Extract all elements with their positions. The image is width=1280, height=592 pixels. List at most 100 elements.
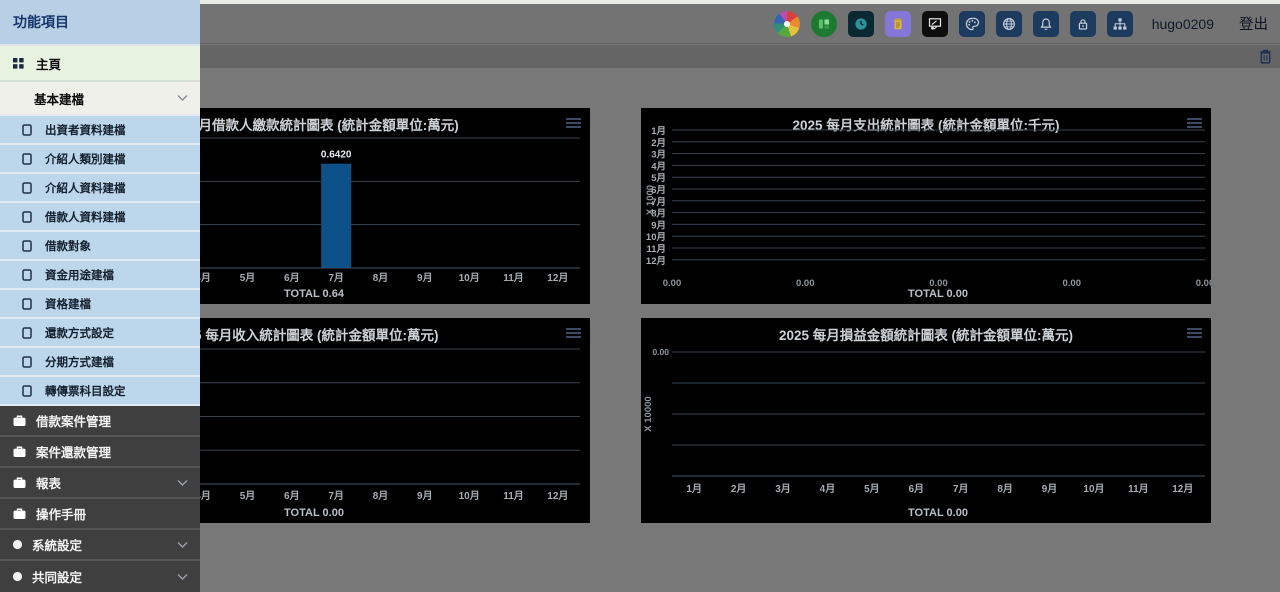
svg-text:3月: 3月: [775, 483, 791, 495]
clock-icon[interactable]: [848, 11, 874, 37]
sidebar-title: 功能項目: [0, 0, 200, 46]
trash-icon[interactable]: [1258, 48, 1273, 65]
square-outline-icon: [22, 269, 32, 281]
sidebar-sub-item[interactable]: 資格建檔: [0, 290, 200, 319]
sidebar-item-label: 案件還款管理: [36, 442, 111, 461]
sidebar-item-label: 轉傳票科目設定: [45, 383, 126, 399]
square-outline-icon: [22, 211, 32, 223]
sidebar-sub-item[interactable]: 出資者資料建檔: [0, 116, 200, 145]
sidebar-item-label: 介紹人資料建檔: [45, 180, 126, 196]
sidebar-item-label: 報表: [36, 473, 61, 492]
sidebar-item-label: 分期方式建檔: [45, 354, 114, 370]
svg-text:12月: 12月: [1172, 483, 1193, 495]
sidebar-basic-items: 出資者資料建檔介紹人類別建檔介紹人資料建檔借款人資料建檔借款對象資金用途建檔資格…: [0, 116, 200, 406]
grid-icon: [13, 58, 24, 69]
sidebar-item-label: 介紹人類別建檔: [45, 151, 126, 167]
svg-text:X 1000: X 1000: [645, 185, 656, 215]
svg-text:10月: 10月: [1083, 483, 1104, 495]
svg-text:12月: 12月: [547, 490, 568, 502]
sidebar-dark-item[interactable]: 報表: [0, 468, 200, 499]
svg-text:2月: 2月: [731, 483, 747, 495]
palette-icon[interactable]: [959, 11, 985, 37]
sidebar-group-label: 基本建檔: [34, 89, 84, 108]
sidebar-sub-item[interactable]: 轉傳票科目設定: [0, 377, 200, 406]
sidebar-sub-item[interactable]: 還款方式設定: [0, 319, 200, 348]
sidebar-group-basic[interactable]: 基本建檔: [0, 82, 200, 116]
svg-text:0.00: 0.00: [1196, 278, 1211, 289]
globe-icon[interactable]: [996, 11, 1022, 37]
svg-text:6月: 6月: [284, 272, 300, 284]
svg-text:9月: 9月: [1042, 483, 1058, 495]
gear-icon: [12, 571, 23, 582]
green-ledger-icon[interactable]: [811, 11, 837, 37]
sidebar-item-label: 還款方式設定: [45, 325, 114, 341]
square-outline-icon: [22, 356, 32, 368]
chevron-down-icon: [177, 479, 188, 486]
briefcase-icon: [12, 476, 27, 489]
svg-text:0.6420: 0.6420: [321, 150, 352, 161]
sitemap-icon[interactable]: [1107, 11, 1133, 37]
chevron-down-icon: [177, 573, 188, 580]
logout-button[interactable]: 登出: [1239, 13, 1268, 34]
svg-text:5月: 5月: [864, 483, 880, 495]
sidebar: 功能項目 主頁 基本建檔 出資者資料建檔介紹人類別建檔介紹人資料建檔借款人資料建…: [0, 0, 200, 592]
chevron-down-icon: [177, 541, 188, 548]
svg-text:9月: 9月: [651, 220, 666, 231]
svg-text:10月: 10月: [646, 232, 666, 243]
sidebar-dark-item[interactable]: 借款案件管理: [0, 406, 200, 437]
sidebar-sub-item[interactable]: 資金用途建檔: [0, 261, 200, 290]
chart-panel-profit: 2025 每月損益金額統計圖表 (統計金額單位:萬元) TOTAL 0.00 0…: [641, 318, 1211, 523]
sidebar-item-label: 借款人資料建檔: [45, 209, 126, 225]
svg-text:12月: 12月: [547, 272, 568, 284]
square-outline-icon: [22, 153, 32, 165]
sidebar-sub-item[interactable]: 借款人資料建檔: [0, 203, 200, 232]
lock-icon[interactable]: [1070, 11, 1096, 37]
svg-text:X 10000: X 10000: [643, 396, 654, 431]
sidebar-dark-item[interactable]: 系統設定: [0, 530, 200, 561]
sidebar-dark-item[interactable]: 操作手冊: [0, 499, 200, 530]
sidebar-item-label: 共同設定: [32, 567, 82, 586]
svg-text:5月: 5月: [240, 272, 256, 284]
colorful-logo-icon[interactable]: [774, 11, 800, 37]
svg-text:1月: 1月: [686, 483, 702, 495]
svg-text:0.00: 0.00: [796, 278, 815, 289]
briefcase-icon: [12, 445, 27, 458]
sidebar-sub-item[interactable]: 借款對象: [0, 232, 200, 261]
svg-text:0.00: 0.00: [663, 278, 682, 289]
svg-text:11月: 11月: [503, 272, 524, 284]
svg-text:4月: 4月: [651, 161, 666, 172]
chevron-down-icon: [177, 95, 188, 102]
square-outline-icon: [22, 385, 32, 397]
sidebar-section-items: 借款案件管理案件還款管理報表操作手冊系統設定共同設定: [0, 406, 200, 592]
sidebar-sub-item[interactable]: 介紹人類別建檔: [0, 145, 200, 174]
presentation-icon[interactable]: [922, 11, 948, 37]
svg-text:7月: 7月: [328, 272, 344, 284]
chart-canvas: 0.001月2月3月4月5月6月7月8月9月10月11月12月X 10000: [641, 318, 1211, 523]
header-icon-group: [774, 11, 1133, 37]
chart-panel-expense: 2025 每月支出統計圖表 (統計金額單位:千元) TOTAL 0.00 1月2…: [641, 108, 1211, 304]
sidebar-dark-item[interactable]: 共同設定: [0, 561, 200, 592]
svg-text:3月: 3月: [651, 150, 666, 161]
sidebar-dark-item[interactable]: 案件還款管理: [0, 437, 200, 468]
svg-text:8月: 8月: [373, 490, 389, 502]
scroll-icon[interactable]: [885, 11, 911, 37]
gear-icon: [12, 539, 23, 550]
sidebar-item-home[interactable]: 主頁: [0, 46, 200, 82]
svg-text:0.00: 0.00: [652, 347, 669, 357]
square-outline-icon: [22, 182, 32, 194]
svg-text:7月: 7月: [953, 483, 969, 495]
svg-text:4月: 4月: [820, 483, 836, 495]
svg-text:9月: 9月: [417, 272, 433, 284]
sidebar-sub-item[interactable]: 分期方式建檔: [0, 348, 200, 377]
sidebar-item-label: 借款對象: [45, 238, 91, 254]
svg-text:12月: 12月: [646, 256, 666, 267]
briefcase-icon: [12, 507, 27, 520]
svg-text:10月: 10月: [459, 272, 480, 284]
sidebar-sub-item[interactable]: 介紹人資料建檔: [0, 174, 200, 203]
bell-icon[interactable]: [1033, 11, 1059, 37]
svg-text:9月: 9月: [417, 490, 433, 502]
svg-text:6月: 6月: [284, 490, 300, 502]
sidebar-item-label: 系統設定: [32, 535, 82, 554]
svg-text:10月: 10月: [459, 490, 480, 502]
svg-text:0.00: 0.00: [1063, 278, 1082, 289]
